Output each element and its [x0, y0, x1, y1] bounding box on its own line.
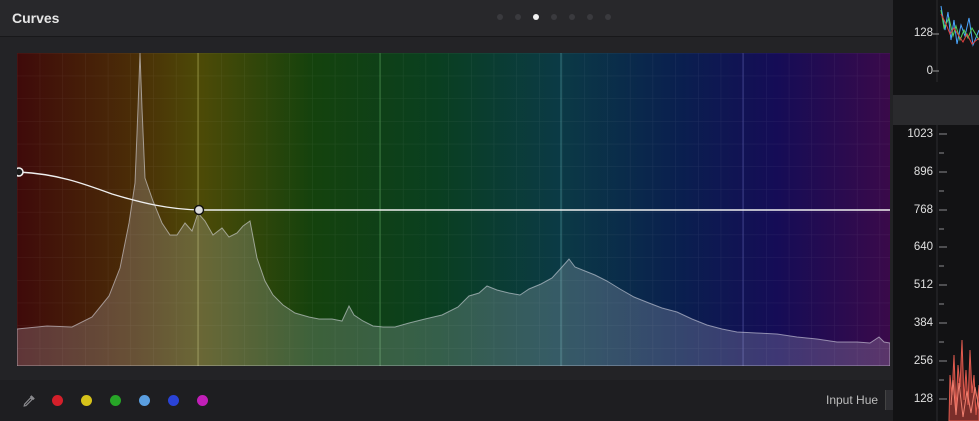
waveform-label-640: 640 — [913, 241, 933, 253]
panel-header: Curves — [0, 0, 893, 37]
waveform-scope: 1023 896 768 640 512 384 256 128 — [893, 125, 979, 421]
cyan-swatch-button[interactable] — [139, 395, 150, 406]
page-dot[interactable] — [605, 14, 611, 20]
page-dot[interactable] — [497, 14, 503, 20]
page-indicator — [497, 14, 611, 20]
scope-top-trace — [933, 0, 979, 82]
page-dot-active[interactable] — [533, 14, 539, 20]
curve-control-point-start[interactable] — [17, 167, 24, 177]
green-swatch-button[interactable] — [110, 395, 121, 406]
waveform-label-1023: 1023 — [907, 128, 933, 140]
waveform-label-256: 256 — [913, 355, 933, 367]
panel-title: Curves — [12, 10, 60, 26]
page-dot[interactable] — [587, 14, 593, 20]
waveform-label-384: 384 — [913, 317, 933, 329]
yellow-swatch-button[interactable] — [81, 395, 92, 406]
red-swatch-button[interactable] — [52, 395, 63, 406]
hue-curve-graph[interactable] — [17, 53, 890, 366]
scope-top-label-128: 128 — [913, 27, 933, 39]
page-dot[interactable] — [569, 14, 575, 20]
input-hue-label: Input Hue — [826, 393, 879, 407]
waveform-label-896: 896 — [913, 166, 933, 178]
page-dot[interactable] — [551, 14, 557, 20]
curves-panel: Curves Input Hue — [0, 0, 894, 421]
scope-top-panel: 128 0 — [893, 0, 979, 95]
eyedropper-icon[interactable] — [21, 393, 37, 409]
waveform-label-512: 512 — [913, 279, 933, 291]
scope-top-label-0: 0 — [926, 65, 933, 77]
waveform-label-128: 128 — [913, 393, 933, 405]
waveform-label-768: 768 — [913, 204, 933, 216]
curve-canvas[interactable] — [17, 53, 890, 366]
blue-swatch-button[interactable] — [168, 395, 179, 406]
curve-control-point-selected[interactable] — [193, 204, 205, 216]
page-dot[interactable] — [515, 14, 521, 20]
curve-toolbar — [0, 380, 893, 421]
scope-divider — [893, 95, 979, 125]
magenta-swatch-button[interactable] — [197, 395, 208, 406]
